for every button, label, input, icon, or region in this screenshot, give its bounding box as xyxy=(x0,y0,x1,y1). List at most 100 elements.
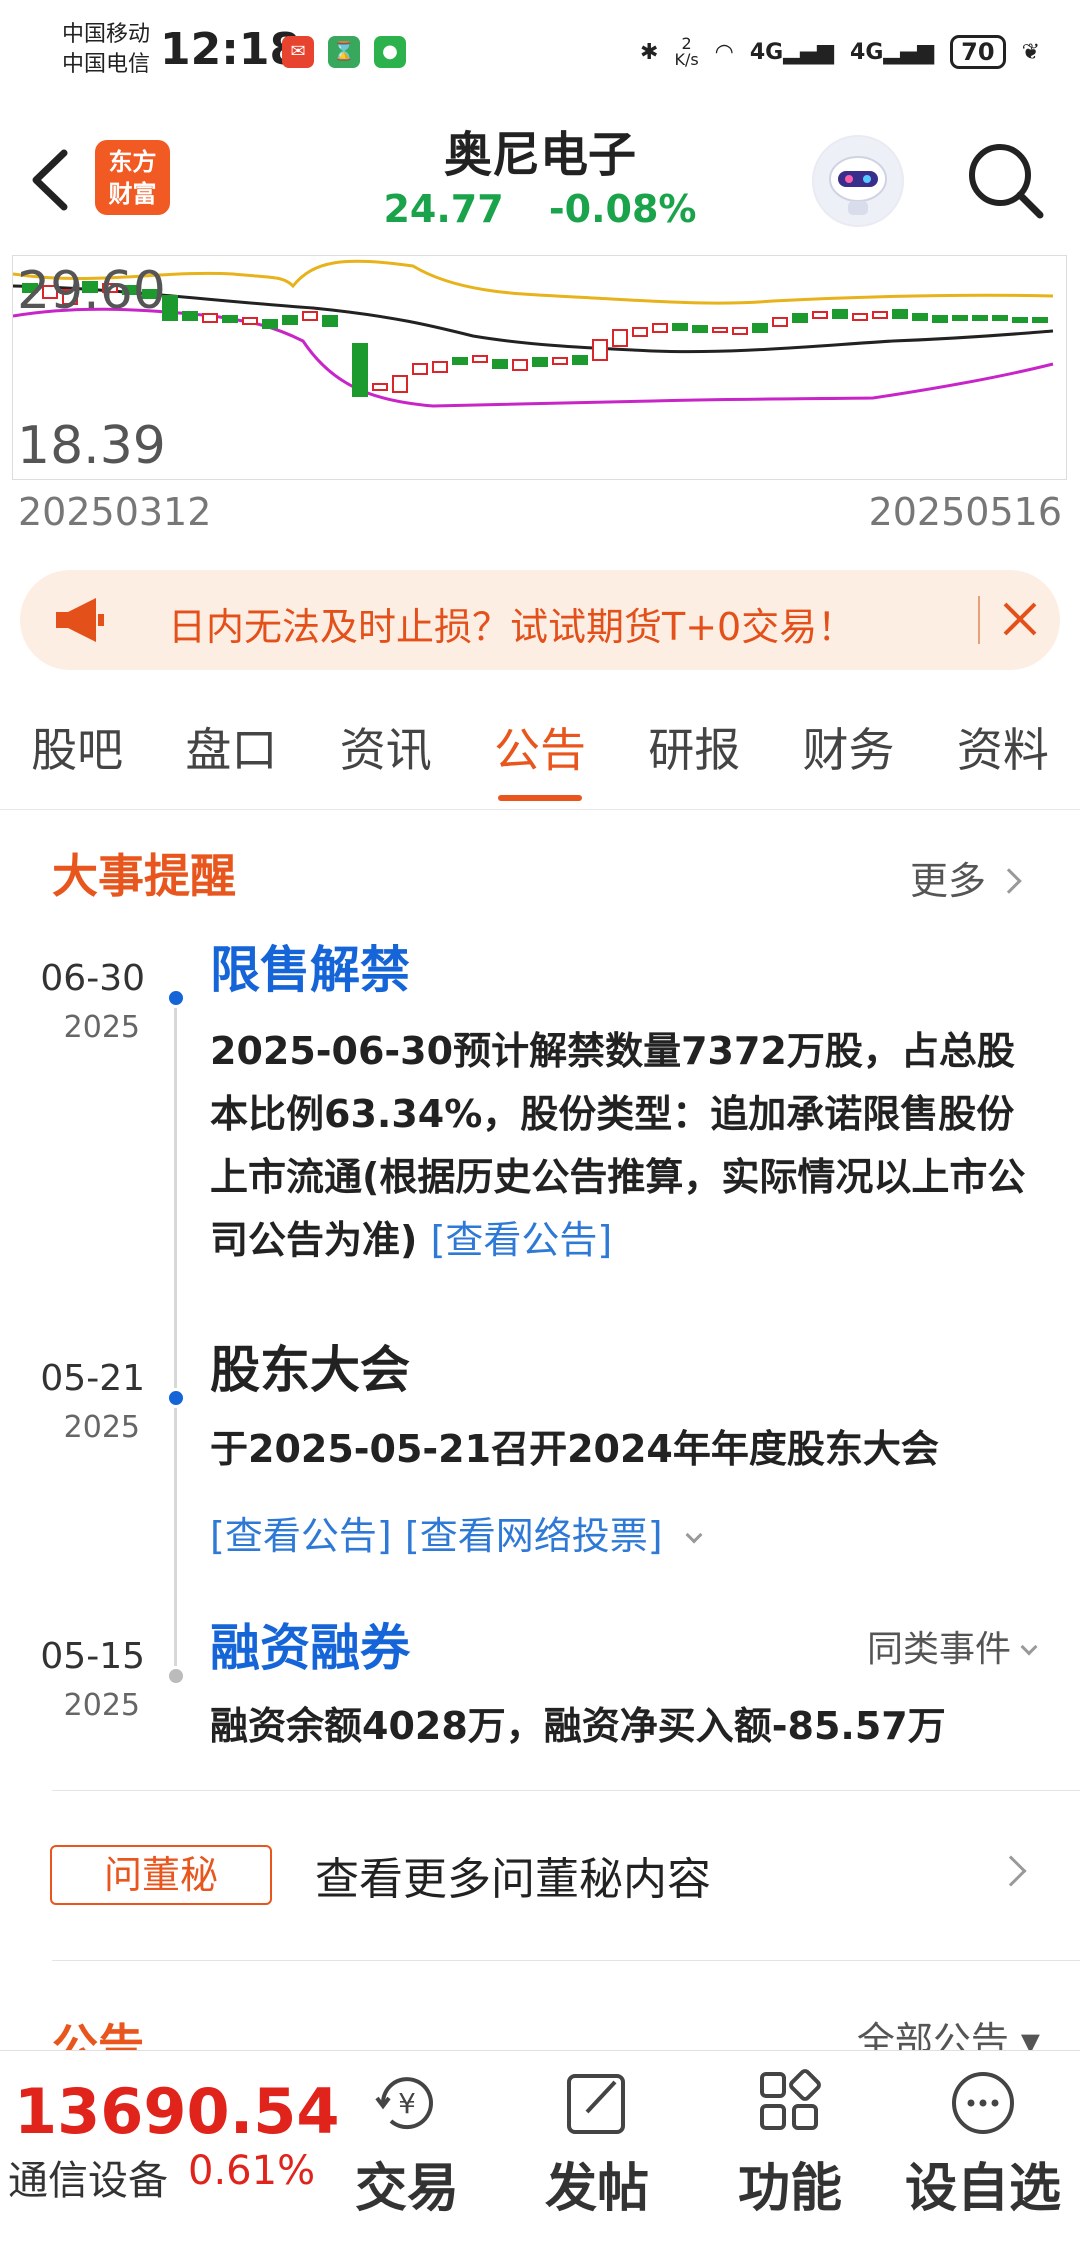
banner-text: 日内无法及时止损？试试期货T+0交易！ xyxy=(168,605,856,649)
view-online-vote-link[interactable]: [查看网络投票] xyxy=(405,1514,663,1558)
carrier-info: 中国移动 中国电信 xyxy=(62,20,150,80)
candle xyxy=(532,357,548,367)
candle xyxy=(592,339,608,361)
ask-secretary-tag[interactable]: 问董秘 xyxy=(50,1845,272,1905)
search-icon[interactable] xyxy=(960,135,1050,225)
bluetooth-icon: ✱ xyxy=(640,39,659,65)
nav-trade[interactable]: ¥ 交易 xyxy=(322,2063,492,2233)
event-title-margin[interactable]: 融资融券 xyxy=(210,1608,410,1680)
timeline-line xyxy=(174,1000,177,1680)
candle xyxy=(512,359,528,371)
status-right: ✱ 2 K/s ◠ 4G▂▄▆ 4G▂▄▆ 70 ❦ xyxy=(640,30,1040,74)
tab-item[interactable]: 资料 xyxy=(926,695,1080,809)
grid-icon xyxy=(760,2069,821,2130)
candle xyxy=(302,311,318,321)
event-date: 06-30 xyxy=(40,958,145,999)
more-dots-icon xyxy=(952,2072,1014,2134)
timeline-dot xyxy=(166,988,186,1008)
sector-index-value[interactable]: 13690.54 xyxy=(14,2075,340,2148)
wechat-icon: ● xyxy=(374,36,406,68)
events-section-title: 大事提醒 xyxy=(52,849,236,903)
tab-item[interactable]: 公告 xyxy=(463,695,617,809)
chevron-down-icon[interactable] xyxy=(685,1526,703,1544)
candle xyxy=(912,313,928,321)
chart-start-date: 20250312 xyxy=(18,490,212,534)
timer-app-icon: ⌛ xyxy=(328,36,360,68)
stock-quote: 24.77 -0.08% xyxy=(0,187,1080,231)
kline-chart[interactable]: 29.60 18.39 xyxy=(12,255,1067,480)
divider xyxy=(52,1790,1080,1791)
event-year: 2025 xyxy=(63,1410,140,1445)
net-speed: 2 K/s xyxy=(674,34,699,69)
similar-events-button[interactable]: 同类事件 xyxy=(867,1620,1038,1672)
nav-functions[interactable]: 功能 xyxy=(705,2063,875,2233)
event-body-unlock: 2025-06-30预计解禁数量7372万股，占总股本比例63.34%，股份类型… xyxy=(210,1029,1026,1262)
tab-item[interactable]: 盘口 xyxy=(154,695,308,809)
event-body-meeting: 于2025-05-21召开2024年年度股东大会 xyxy=(210,1427,939,1471)
event-title-unlock[interactable]: 限售解禁 xyxy=(210,930,410,1002)
candle xyxy=(552,357,568,365)
nav-post[interactable]: 发帖 xyxy=(512,2063,682,2233)
tab-item[interactable]: 股吧 xyxy=(0,695,154,809)
tab-item[interactable]: 研报 xyxy=(617,695,771,809)
stock-name: 奥尼电子 xyxy=(443,127,636,183)
chevron-down-icon xyxy=(1020,1638,1038,1656)
trade-yen-icon: ¥ xyxy=(375,2077,433,2130)
close-icon[interactable] xyxy=(995,594,1045,644)
tab-item[interactable]: 资讯 xyxy=(309,695,463,809)
megaphone-icon xyxy=(56,598,104,642)
candle xyxy=(432,361,448,373)
bottom-bar: 13690.54 通信设备 0.61% ¥ 交易 发帖 功能 设自选 xyxy=(0,2050,1080,2244)
event-title-meeting[interactable]: 股东大会 xyxy=(210,1330,410,1402)
candle xyxy=(812,311,828,319)
stock-price: 24.77 xyxy=(383,187,504,231)
kline-svg xyxy=(13,259,1054,408)
candle xyxy=(322,315,338,327)
candle xyxy=(752,323,768,333)
candle xyxy=(732,327,748,335)
view-announcement-link[interactable]: [查看公告] xyxy=(431,1218,613,1262)
nav-watchlist[interactable]: 设自选 xyxy=(898,2063,1068,2233)
candle xyxy=(572,355,588,365)
candle xyxy=(652,323,668,333)
futures-promo-banner[interactable]: 日内无法及时止损？试试期货T+0交易！ xyxy=(20,570,1060,670)
tab-item[interactable]: 财务 xyxy=(771,695,925,809)
svg-text:¥: ¥ xyxy=(398,2087,416,2120)
candle xyxy=(472,355,488,363)
chevron-right-icon[interactable] xyxy=(995,1855,1027,1887)
candle xyxy=(692,325,708,333)
candle xyxy=(372,383,388,391)
candle xyxy=(852,313,868,321)
ask-secretary-link[interactable]: 查看更多问董秘内容 xyxy=(315,1843,711,1907)
candle xyxy=(772,317,788,327)
candle xyxy=(282,315,298,325)
event-links-meeting: [查看公告] [查看网络投票] xyxy=(210,1505,1030,1568)
candle xyxy=(952,315,968,321)
y-low-label: 18.39 xyxy=(17,416,166,476)
signal-1-icon: 4G▂▄▆ xyxy=(749,39,835,65)
candle xyxy=(672,323,688,331)
leaf-icon: ❦ xyxy=(1021,39,1040,65)
carrier-1: 中国移动 xyxy=(62,22,151,47)
candle xyxy=(832,309,848,319)
view-announcement-link[interactable]: [查看公告] xyxy=(210,1514,392,1558)
status-bar: 中国移动 中国电信 12:18 ✉ ⌛ ● ✱ 2 K/s ◠ 4G▂▄▆ 4G▂… xyxy=(0,0,1080,105)
stock-header: 东方 财富 奥尼电子 24.77 -0.08% xyxy=(0,105,1080,250)
sector-name[interactable]: 通信设备 xyxy=(8,2148,168,2206)
candle xyxy=(392,375,408,393)
signal-2-icon: 4G▂▄▆ xyxy=(850,39,935,65)
chevron-right-icon xyxy=(996,868,1022,894)
candle xyxy=(712,327,728,333)
events-more-link[interactable]: 更多 xyxy=(910,850,1022,905)
candle xyxy=(632,327,648,337)
content-tabs: 股吧 盘口 资讯 公告 研报 财务 资料 xyxy=(0,695,1080,810)
robot-assistant-icon[interactable] xyxy=(812,135,904,227)
sector-change: 0.61% xyxy=(188,2148,316,2194)
candle xyxy=(612,329,628,347)
candle xyxy=(492,359,508,369)
event-date: 05-15 xyxy=(40,1636,145,1677)
event-body-margin: 融资余额4028万，融资净买入额-85.57万 xyxy=(210,1704,946,1748)
candle xyxy=(1032,317,1048,323)
event-date: 05-21 xyxy=(40,1358,145,1399)
candle xyxy=(202,313,218,323)
